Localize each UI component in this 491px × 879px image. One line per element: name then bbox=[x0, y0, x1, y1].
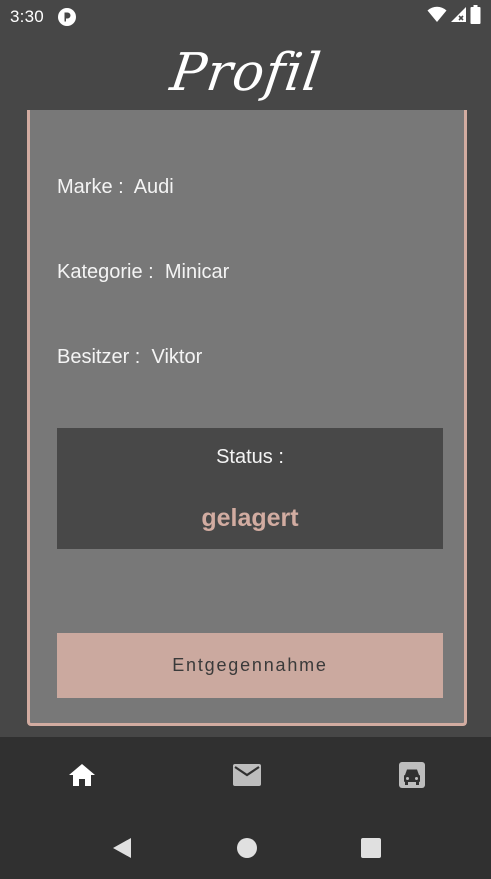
status-time: 3:30 bbox=[10, 6, 44, 26]
recents-icon[interactable] bbox=[359, 836, 383, 860]
page-title: Profil bbox=[166, 43, 325, 103]
home-circle-icon[interactable] bbox=[235, 836, 259, 860]
accept-button[interactable]: Entgegennahme bbox=[57, 633, 443, 698]
profile-card: Marke : Audi Kategorie : Minicar Besitze… bbox=[27, 110, 467, 726]
app-notification-icon bbox=[57, 7, 76, 26]
bottom-navigation bbox=[0, 737, 491, 817]
cellular-signal-icon bbox=[450, 6, 467, 28]
header: Profil bbox=[0, 33, 491, 113]
car-icon bbox=[398, 761, 426, 794]
status-label: Status : bbox=[216, 446, 284, 468]
battery-icon bbox=[470, 4, 481, 29]
status-value: gelagert bbox=[201, 504, 299, 532]
category-row: Kategorie : Minicar bbox=[57, 261, 230, 283]
back-icon[interactable] bbox=[110, 836, 134, 860]
status-bar: 3:30 bbox=[0, 0, 491, 33]
brand-row: Marke : Audi bbox=[57, 176, 174, 198]
nav-home[interactable] bbox=[66, 761, 98, 793]
home-icon bbox=[68, 762, 96, 793]
owner-row: Besitzer : Viktor bbox=[57, 346, 203, 368]
system-navigation-bar bbox=[0, 817, 491, 879]
status-panel: Status : gelagert bbox=[57, 428, 443, 549]
mail-icon bbox=[232, 763, 262, 792]
nav-car[interactable] bbox=[396, 761, 428, 793]
nav-mail[interactable] bbox=[231, 761, 263, 793]
wifi-icon bbox=[427, 6, 447, 28]
